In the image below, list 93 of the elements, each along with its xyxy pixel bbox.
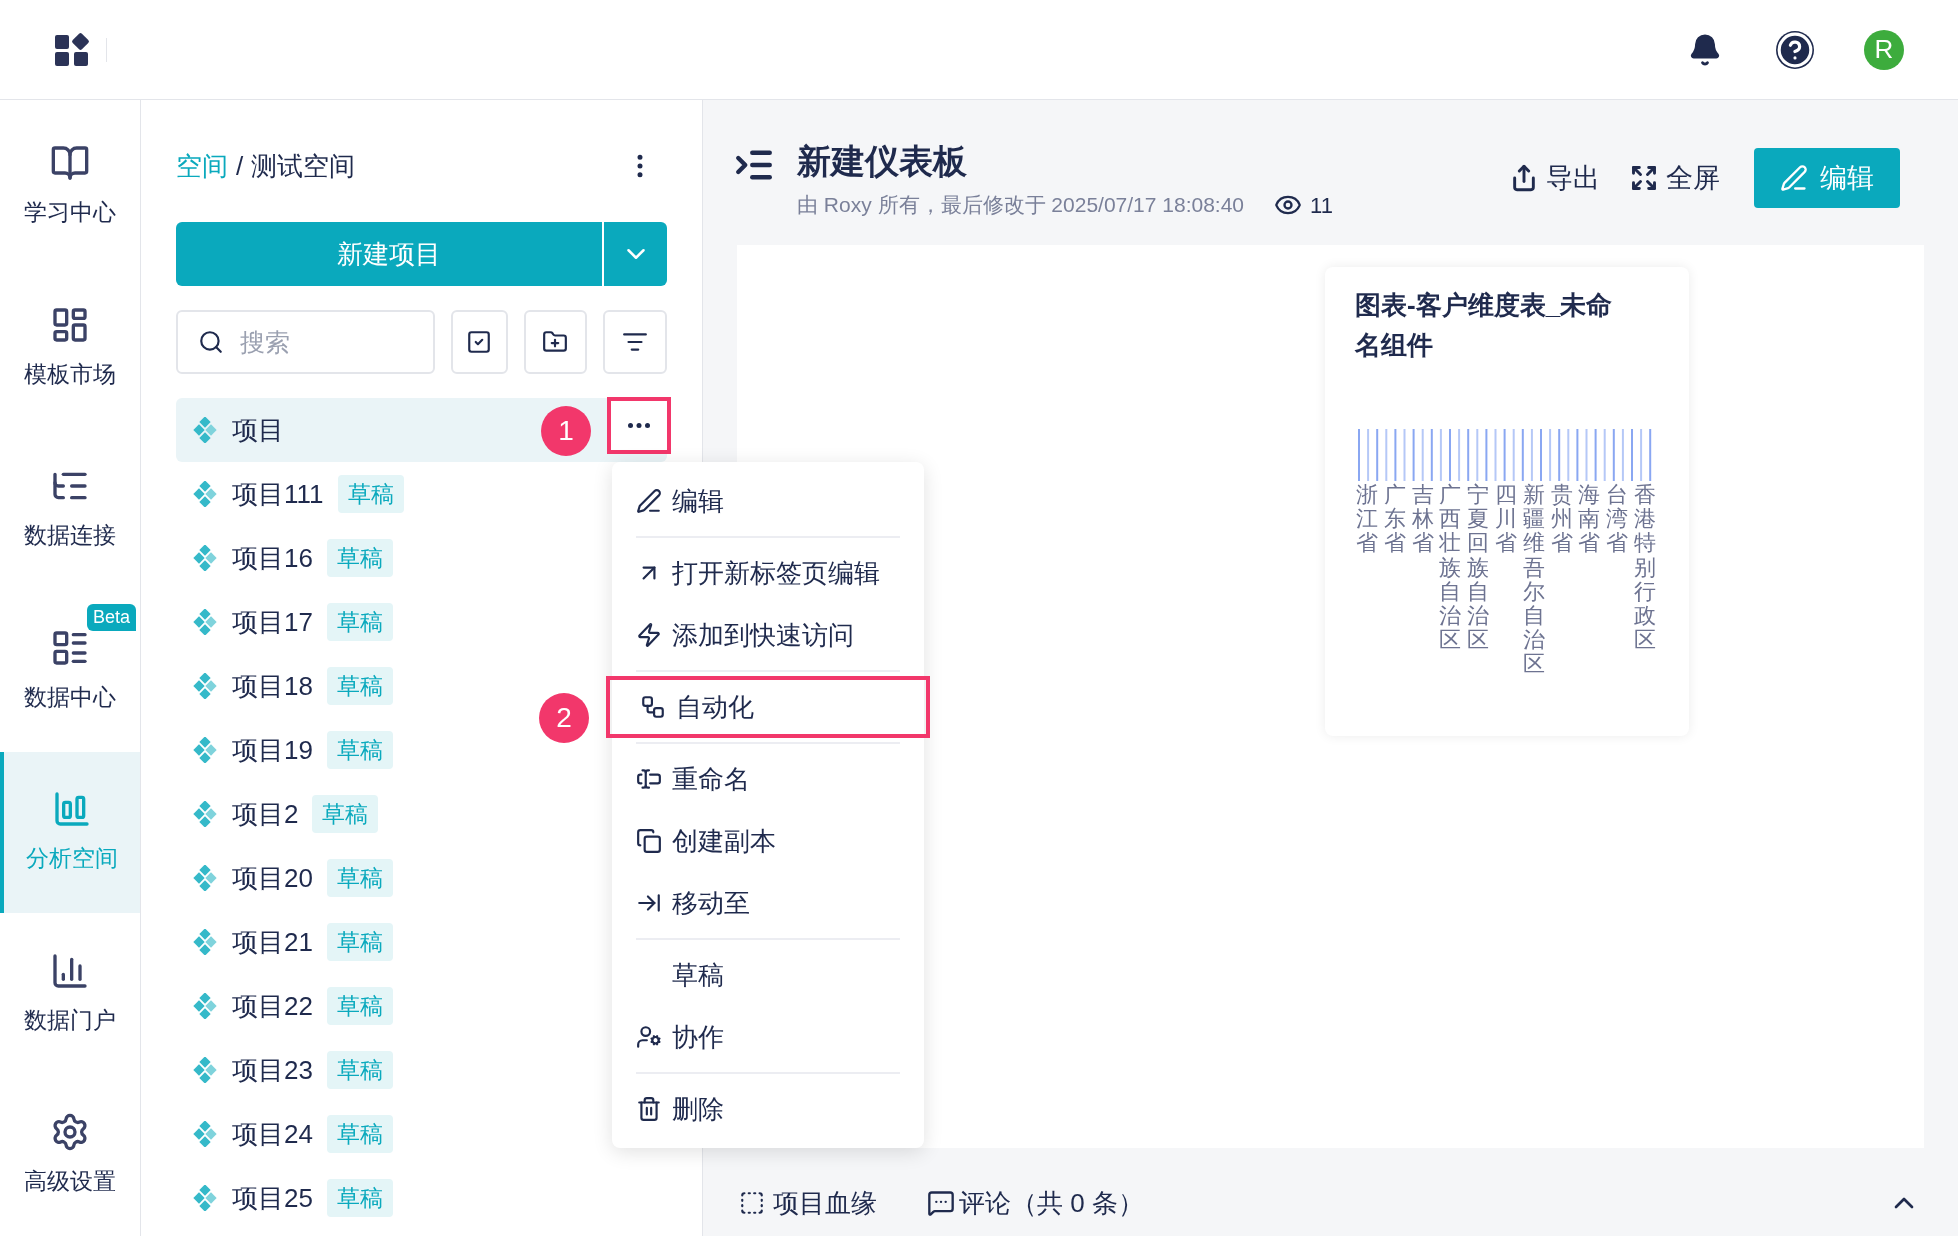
breadcrumb-current: 测试空间 <box>251 149 356 183</box>
project-icon <box>192 417 218 443</box>
draft-tag: 草稿 <box>312 794 379 834</box>
project-name: 项目111 <box>232 477 324 511</box>
copy-icon <box>636 828 662 854</box>
export-icon <box>1510 164 1538 192</box>
axis-label: 浙江省 <box>1354 483 1379 558</box>
draft-tag: 草稿 <box>326 986 393 1026</box>
project-icon <box>192 801 218 827</box>
project-name: 项目20 <box>232 861 313 895</box>
search-icon <box>198 329 224 355</box>
project-name: 项目21 <box>232 925 313 959</box>
cursor-icon <box>636 766 662 792</box>
axis-label: 吉林省 <box>1410 483 1435 558</box>
project-name: 项目23 <box>232 1053 313 1087</box>
fullscreen-button[interactable]: 全屏 <box>1630 157 1720 199</box>
select-button[interactable] <box>450 310 508 374</box>
draft-tag: 草稿 <box>326 858 393 898</box>
draft-tag: 草稿 <box>326 922 393 962</box>
nav-item[interactable]: 高级设置 <box>0 1074 140 1236</box>
menu-item[interactable]: 自动化 <box>606 676 930 738</box>
project-name: 项目 <box>232 413 284 447</box>
lightning-icon <box>636 622 662 648</box>
project-item[interactable]: 项目25 草稿 <box>176 1166 667 1230</box>
axis-label: 广西壮族自治区 <box>1438 483 1463 655</box>
project-icon <box>192 929 218 955</box>
nav-item[interactable]: 学习中心 <box>0 106 140 268</box>
lineage-link[interactable]: 项目血缘 <box>773 1183 877 1223</box>
draft-tag: 草稿 <box>326 602 393 642</box>
export-button[interactable]: 导出 <box>1510 157 1600 199</box>
project-icon <box>192 993 218 1019</box>
project-name: 项目18 <box>232 669 313 703</box>
app-logo-icon[interactable] <box>54 31 90 68</box>
project-icon <box>192 673 218 699</box>
project-icon <box>192 545 218 571</box>
trash-icon <box>636 1096 662 1122</box>
axis-label: 香港特别行政区 <box>1633 483 1658 655</box>
project-name: 项目16 <box>232 541 313 575</box>
nav-item[interactable]: Beta 数据中心 <box>0 590 140 752</box>
pencil-icon <box>636 488 662 514</box>
project-name: 项目22 <box>232 989 313 1023</box>
new-folder-button[interactable] <box>523 310 588 374</box>
pencil-icon <box>1780 164 1808 192</box>
nav-item[interactable]: 数据连接 <box>0 428 140 591</box>
project-icon <box>192 609 218 635</box>
project-name: 项目24 <box>232 1117 313 1151</box>
comments-link[interactable]: 评论（共 0 条） <box>959 1183 1144 1223</box>
draft-tag: 草稿 <box>326 1178 393 1218</box>
folder-plus-icon <box>542 329 569 355</box>
filter-button[interactable] <box>603 310 667 374</box>
view-count: 11 <box>1310 191 1333 220</box>
ellipsis-icon <box>628 423 650 428</box>
draft-tag: 草稿 <box>326 730 393 770</box>
help-icon[interactable] <box>1776 30 1814 69</box>
nodes-icon <box>640 694 666 720</box>
notification-icon[interactable] <box>1688 32 1722 67</box>
checkbox-icon <box>466 329 493 355</box>
project-name: 项目17 <box>232 605 313 639</box>
draft-tag: 草稿 <box>326 1114 393 1154</box>
chart-title: 图表-客户维度表_未命名组件 <box>1355 289 1614 362</box>
draft-tag: 草稿 <box>326 666 393 706</box>
axis-label: 新疆维吾尔自治区 <box>1521 483 1546 677</box>
project-icon <box>192 481 218 507</box>
project-icon <box>192 1185 218 1211</box>
project-name: 项目19 <box>232 733 313 767</box>
dashboard-title: 新建仪表板 <box>797 141 968 182</box>
more-actions-button[interactable] <box>607 397 671 454</box>
axis-label: 宁夏回族自治区 <box>1466 483 1491 655</box>
settings-icon <box>50 1112 90 1152</box>
beta-badge: Beta <box>86 604 136 632</box>
comment-icon <box>927 1189 955 1217</box>
axis-label: 广东省 <box>1382 483 1407 558</box>
draft-tag: 草稿 <box>326 538 393 578</box>
project-icon <box>192 1057 218 1083</box>
nav-item[interactable]: 模板市场 <box>0 267 140 429</box>
project-icon <box>192 1121 218 1147</box>
project-icon <box>192 737 218 763</box>
draft-tag: 草稿 <box>337 474 404 514</box>
project-name: 项目2 <box>232 797 299 831</box>
breadcrumb-separator: / <box>236 149 244 183</box>
nav-item[interactable]: 数据门户 <box>0 913 140 1075</box>
search-field[interactable]: 搜索 <box>176 310 435 374</box>
axis-label: 四川省 <box>1493 483 1518 558</box>
axis-label: 海南省 <box>1577 483 1602 558</box>
axis-label: 贵州省 <box>1549 483 1574 558</box>
axis-label: 台湾省 <box>1605 483 1630 558</box>
project-name: 项目25 <box>232 1181 313 1215</box>
project-icon <box>192 865 218 891</box>
draft-tag: 草稿 <box>326 1050 393 1090</box>
expand-icon <box>1630 164 1658 192</box>
dashboard-meta: 由 Roxy 所有，最后修改于 2025/07/17 18:08:40 <box>797 192 1245 219</box>
step-marker: 2 <box>539 693 589 743</box>
user-gear-icon <box>636 1024 662 1050</box>
